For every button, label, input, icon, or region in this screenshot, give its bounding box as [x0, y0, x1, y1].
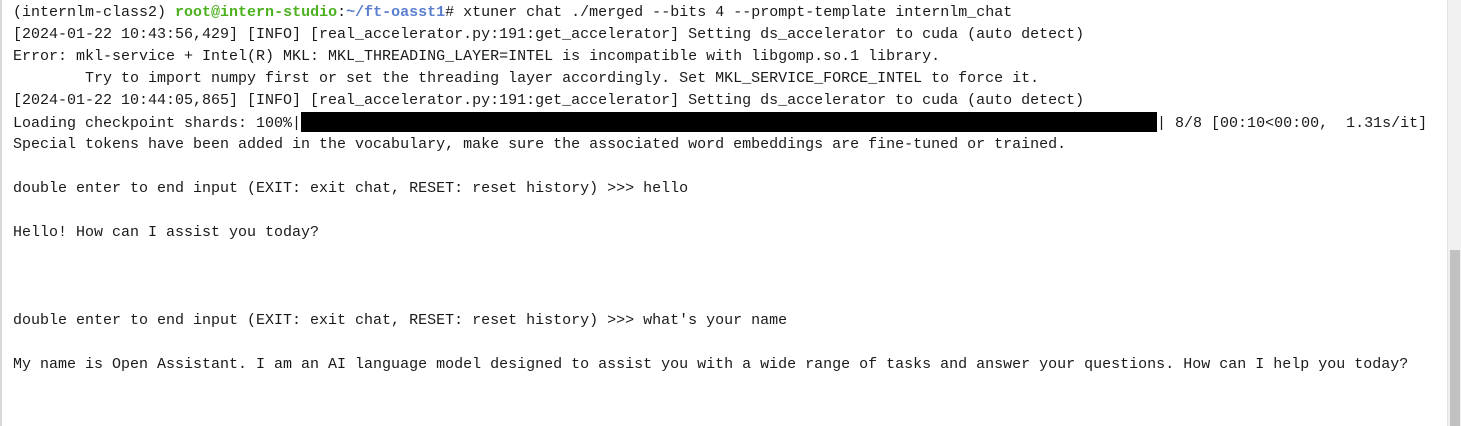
- scrollbar-thumb[interactable]: [1450, 250, 1460, 426]
- window-border: [0, 0, 2, 426]
- progress-prefix: Loading checkpoint shards: 100%|: [13, 115, 302, 132]
- chat-reply: My name is Open Assistant. I am an AI la…: [13, 356, 1409, 373]
- current-path: ~/ft-oasst1: [346, 4, 446, 21]
- prompt-symbol: #: [445, 4, 455, 21]
- progress-suffix: | 8/8 [00:10<00:00, 1.31s/it]: [1157, 115, 1428, 132]
- terminal-window[interactable]: (internlm-class2) root@intern-studio:~/f…: [0, 0, 1447, 426]
- chat-reply: Hello! How can I assist you today?: [13, 224, 320, 241]
- log-line: [2024-01-22 10:44:05,865] [INFO] [real_a…: [13, 92, 1085, 109]
- log-line: [2024-01-22 10:43:56,429] [INFO] [real_a…: [13, 26, 1085, 43]
- progress-bar: [301, 112, 1158, 132]
- progress-line: Loading checkpoint shards: 100%| | 8/8 [0…: [13, 112, 1427, 134]
- command-prompt-line: (internlm-class2) root@intern-studio:~/f…: [13, 4, 1013, 21]
- vertical-scrollbar[interactable]: [1447, 0, 1461, 426]
- command-text: xtuner chat ./merged --bits 4 --prompt-t…: [463, 4, 1013, 21]
- chat-input-prompt: double enter to end input (EXIT: exit ch…: [13, 312, 788, 329]
- info-line: Special tokens have been added in the vo…: [13, 136, 1067, 153]
- error-line: Error: mkl-service + Intel(R) MKL: MKL_T…: [13, 48, 941, 65]
- user-host: root@intern-studio: [175, 4, 338, 21]
- error-hint-line: Try to import numpy first or set the thr…: [13, 70, 1040, 87]
- chat-input-prompt: double enter to end input (EXIT: exit ch…: [13, 180, 689, 197]
- conda-env: (internlm-class2): [13, 4, 167, 21]
